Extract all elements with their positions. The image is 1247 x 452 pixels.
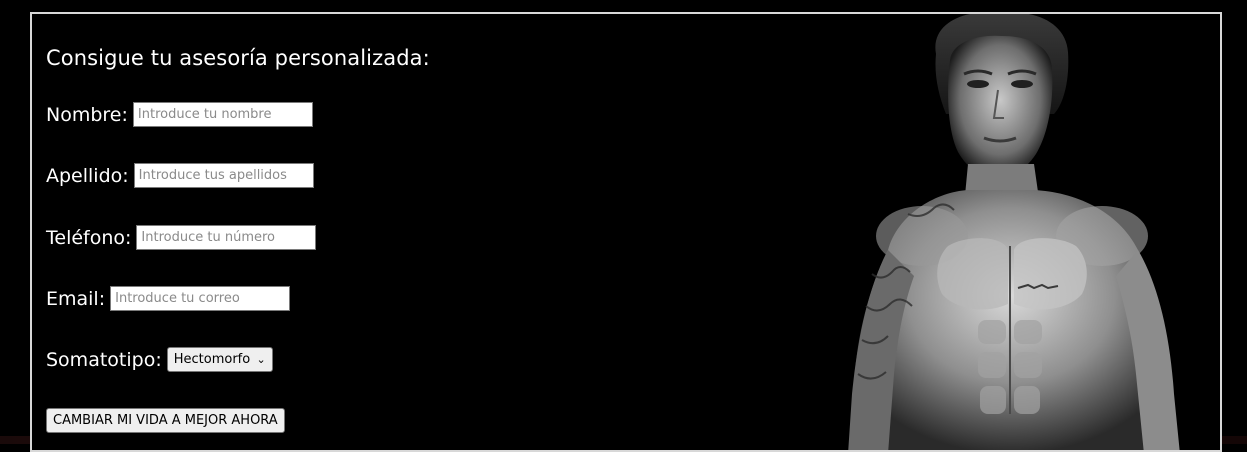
chevron-down-icon: ⌄: [256, 353, 266, 366]
hero-athlete-image: [848, 14, 1180, 450]
apellido-row: Apellido:: [46, 163, 314, 188]
email-input[interactable]: [110, 286, 291, 311]
nombre-input[interactable]: [132, 102, 313, 127]
telefono-row: Teléfono:: [46, 225, 317, 250]
telefono-input[interactable]: [136, 225, 317, 250]
form-title: Consigue tu asesoría personalizada:: [46, 46, 430, 70]
somatotipo-label: Somatotipo:: [46, 348, 162, 371]
telefono-label: Teléfono:: [46, 226, 132, 249]
consultation-form: Consigue tu asesoría personalizada: Nomb…: [30, 12, 1222, 452]
somatotipo-row: Somatotipo: Hectomorfo ⌄: [46, 347, 273, 372]
apellido-input[interactable]: [133, 163, 314, 188]
nombre-row: Nombre:: [46, 102, 313, 127]
nombre-label: Nombre:: [46, 103, 128, 126]
apellido-label: Apellido:: [46, 164, 129, 187]
email-label: Email:: [46, 287, 106, 310]
somatotipo-selected-value: Hectomorfo: [173, 352, 251, 367]
somatotipo-select[interactable]: Hectomorfo ⌄: [166, 347, 273, 372]
email-row: Email:: [46, 286, 291, 311]
submit-button[interactable]: CAMBIAR MI VIDA A MEJOR AHORA: [46, 408, 285, 433]
